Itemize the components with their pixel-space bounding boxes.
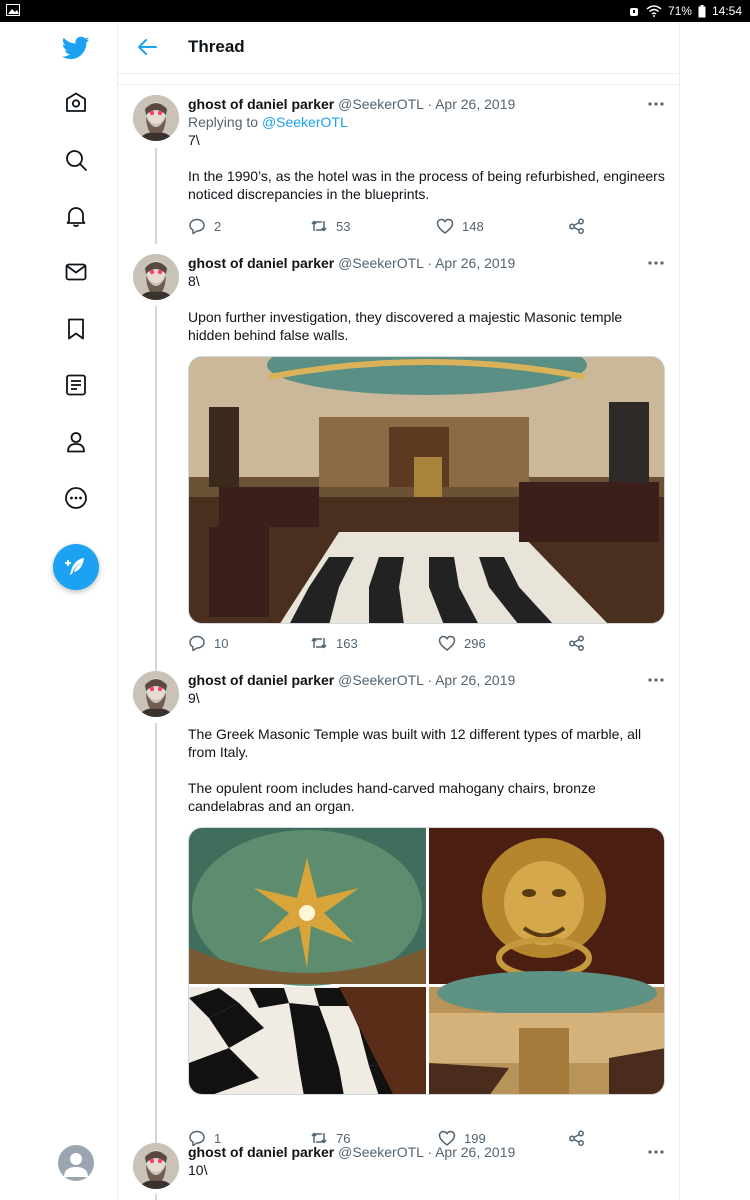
retweet-button[interactable]: 163	[310, 634, 358, 652]
author-handle[interactable]: @SeekerOTL	[338, 96, 423, 112]
author-name[interactable]: ghost of daniel parker	[188, 255, 334, 271]
like-button[interactable]: 148	[436, 217, 484, 235]
replying-to: Replying to @SeekerOTL	[188, 113, 665, 131]
tweet-meta: ghost of daniel parker @SeekerOTL · Apr …	[188, 254, 665, 272]
tweet-actions: 10 163 296	[188, 634, 598, 654]
explore-icon[interactable]	[62, 146, 90, 174]
temple-photo-grid	[189, 828, 664, 1094]
tweet-text: 10\	[188, 1162, 208, 1178]
tweet-date[interactable]: · Apr 26, 2019	[427, 255, 515, 271]
back-arrow-icon[interactable]	[136, 36, 158, 58]
thread-connector	[155, 148, 157, 244]
heart-icon	[438, 635, 456, 651]
tweet-meta: ghost of daniel parker @SeekerOTL · Apr …	[188, 671, 665, 689]
battery-percent: 71%	[667, 4, 692, 18]
page-title: Thread	[188, 37, 245, 56]
thread-connector	[155, 1194, 157, 1200]
tweet-actions: 2 53 148	[188, 217, 598, 237]
tweet-text: 8\ Upon further investigation, they disc…	[188, 273, 623, 343]
reply-count: 10	[214, 635, 229, 651]
more-options-icon[interactable]	[647, 1147, 665, 1157]
author-handle[interactable]: @SeekerOTL	[338, 672, 423, 688]
author-avatar[interactable]	[133, 671, 179, 717]
tweet-date[interactable]: · Apr 26, 2019	[427, 672, 515, 688]
author-name[interactable]: ghost of daniel parker	[188, 672, 334, 688]
reply-button[interactable]: 2	[188, 217, 221, 235]
retweet-icon	[311, 220, 327, 232]
like-button[interactable]: 296	[438, 634, 486, 652]
bookmarks-icon[interactable]	[62, 315, 90, 343]
share-button[interactable]	[568, 634, 586, 652]
lists-icon[interactable]	[62, 371, 90, 399]
reply-icon	[189, 218, 205, 235]
share-button[interactable]	[568, 217, 586, 235]
lion-photo	[429, 828, 664, 984]
messages-icon[interactable]	[62, 258, 90, 286]
tweet-image[interactable]	[188, 356, 665, 624]
twitter-logo-icon[interactable]	[62, 34, 90, 62]
notifications-icon[interactable]	[62, 202, 90, 230]
tweet-text: 9\ The Greek Masonic Temple was built wi…	[188, 690, 642, 814]
quill-icon	[65, 558, 84, 575]
main-column: Thread ghost of daniel parker @SeekerOTL…	[118, 22, 680, 1200]
compose-tweet-button[interactable]	[53, 544, 99, 590]
like-count: 296	[464, 635, 486, 651]
tweet-date[interactable]: · Apr 26, 2019	[427, 1144, 515, 1160]
tweet-meta: ghost of daniel parker @SeekerOTL · Apr …	[188, 1143, 665, 1161]
alarm-icon	[629, 8, 638, 16]
retweet-count: 163	[336, 635, 358, 651]
battery-icon	[698, 4, 706, 17]
clock: 14:54	[711, 4, 742, 18]
share-icon	[569, 218, 584, 234]
status-bar: 71% 14:54	[0, 0, 750, 22]
replying-to-label: Replying to	[188, 114, 259, 130]
account-avatar[interactable]	[58, 1145, 94, 1181]
replying-to-handle[interactable]: @SeekerOTL	[262, 114, 348, 130]
more-icon[interactable]	[62, 484, 90, 512]
like-count: 148	[462, 218, 484, 234]
retweet-count: 53	[336, 218, 351, 234]
reply-button[interactable]: 10	[188, 634, 228, 652]
floor-photo	[189, 987, 426, 1094]
heart-icon	[436, 218, 454, 234]
profile-icon[interactable]	[62, 428, 90, 456]
thread-header: Thread	[118, 22, 679, 74]
author-handle[interactable]: @SeekerOTL	[338, 1144, 423, 1160]
author-avatar[interactable]	[133, 1143, 179, 1189]
hall-photo	[429, 971, 664, 1094]
tweet-date[interactable]: · Apr 26, 2019	[427, 96, 515, 112]
author-handle[interactable]: @SeekerOTL	[338, 255, 423, 271]
tweet-meta: ghost of daniel parker @SeekerOTL · Apr …	[188, 95, 665, 113]
author-avatar[interactable]	[133, 254, 179, 300]
more-options-icon[interactable]	[647, 258, 665, 268]
ceiling-photo	[189, 828, 426, 986]
temple-photo	[189, 357, 664, 623]
thread-connector	[155, 723, 157, 1143]
author-name[interactable]: ghost of daniel parker	[188, 1144, 334, 1160]
reply-icon	[189, 635, 205, 652]
home-icon[interactable]	[62, 89, 90, 117]
author-avatar[interactable]	[133, 95, 179, 141]
thread-connector	[155, 306, 157, 672]
wifi-icon	[646, 5, 662, 17]
tweet-image-grid[interactable]	[188, 827, 665, 1095]
author-name[interactable]: ghost of daniel parker	[188, 96, 334, 112]
more-options-icon[interactable]	[647, 675, 665, 685]
more-options-icon[interactable]	[647, 99, 665, 109]
retweet-button[interactable]: 53	[310, 217, 350, 235]
divider	[118, 84, 679, 85]
share-icon	[569, 635, 584, 651]
tweet-text: 7\ In the 1990’s, as the hotel was in th…	[188, 132, 665, 202]
sidebar	[0, 22, 118, 1200]
retweet-icon	[311, 637, 327, 649]
reply-count: 2	[214, 218, 222, 234]
gallery-icon	[6, 4, 20, 16]
